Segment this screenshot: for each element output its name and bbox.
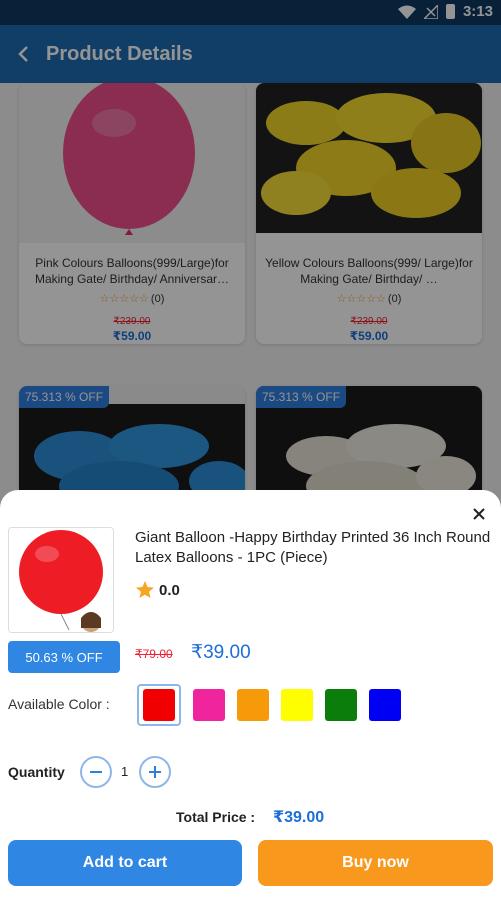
product-mrp: ₹79.00 [135, 647, 173, 661]
quantity-increase-button[interactable] [139, 756, 171, 788]
close-icon [473, 508, 485, 520]
rating-value: 0.0 [159, 581, 180, 599]
color-swatch-orange[interactable] [237, 684, 269, 726]
color-swatches [137, 684, 401, 726]
product-price: ₹39.00 [191, 642, 251, 663]
color-swatch-yellow[interactable] [281, 684, 313, 726]
total-price-label: Total Price : [176, 809, 256, 825]
product-thumbnail [8, 527, 114, 633]
quantity-decrease-button[interactable] [80, 756, 112, 788]
close-button[interactable] [469, 504, 489, 524]
buy-now-button[interactable]: Buy now [258, 840, 493, 886]
plus-icon [149, 766, 161, 778]
discount-badge: 50.63 % OFF [8, 641, 120, 673]
quantity-label: Quantity [8, 764, 65, 780]
color-swatch-red[interactable] [137, 684, 181, 726]
star-icon [136, 581, 154, 598]
quantity-value: 1 [121, 764, 129, 779]
minus-icon [90, 771, 102, 773]
color-swatch-blue[interactable] [369, 684, 401, 726]
color-swatch-green[interactable] [325, 684, 357, 726]
color-swatch-pink[interactable] [193, 684, 225, 726]
add-to-cart-button[interactable]: Add to cart [8, 840, 242, 886]
color-label: Available Color : [8, 696, 110, 712]
product-rating: 0.0 [135, 580, 180, 600]
red-balloon-image [9, 528, 113, 632]
total-price-value: ₹39.00 [273, 809, 325, 826]
product-bottom-sheet: 50.63 % OFF Giant Balloon -Happy Birthda… [0, 490, 501, 900]
product-name: Giant Balloon -Happy Birthday Printed 36… [135, 529, 491, 566]
